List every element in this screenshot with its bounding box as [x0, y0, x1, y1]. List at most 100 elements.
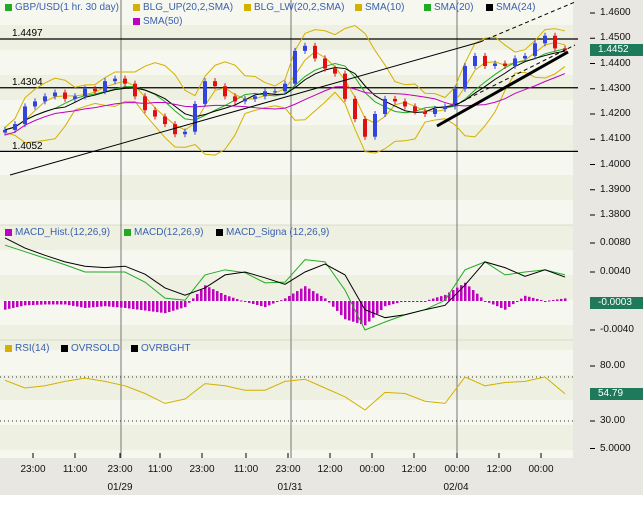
candle-body: [283, 83, 287, 92]
price-tick-label: 1.3800: [600, 209, 631, 220]
macd-hist-bar: [416, 301, 419, 302]
macd-hist-bar: [400, 301, 403, 303]
candle-body: [503, 63, 507, 67]
macd-hist-bar: [320, 295, 323, 301]
legend-label: GBP/USD(1 hr. 30 day): [15, 2, 119, 13]
macd-hist-bar: [380, 301, 383, 311]
candle-body: [303, 45, 307, 51]
candle-body: [203, 81, 207, 104]
legend-swatch: [424, 4, 431, 11]
time-tick-label: 23:00: [107, 464, 133, 475]
candle-body: [123, 78, 127, 84]
candle-body: [273, 91, 277, 93]
time-tick-label: 12:00: [317, 464, 343, 475]
candle-body: [543, 35, 547, 44]
candle-body: [323, 58, 327, 69]
macd-hist-bar: [216, 291, 219, 301]
date-label: 01/29: [107, 482, 133, 493]
legend-macd: MACD(12,26,9): [124, 227, 203, 238]
macd-hist-bar: [48, 301, 51, 305]
time-tick-label: 00:00: [528, 464, 554, 475]
macd-hist-bar: [344, 301, 347, 320]
legend-blg-lw: BLG_LW(20,2,SMA): [244, 2, 344, 13]
candle-body: [113, 78, 117, 82]
macd-hist-bar: [300, 288, 303, 301]
macd-hist-bar: [284, 298, 287, 301]
macd-hist-bar: [412, 301, 415, 302]
macd-hist-bar: [8, 301, 11, 309]
time-tick-label: 00:00: [359, 464, 385, 475]
macd-hist-bar: [372, 301, 375, 318]
macd-hist-bar: [168, 301, 171, 312]
legend-macd-hist: MACD_Hist.(12,26,9): [5, 227, 110, 238]
legend-label: SMA(50): [143, 16, 183, 27]
macd-hist-bar: [296, 291, 299, 301]
price-tick-label: 1.4100: [600, 133, 631, 145]
macd-hist-bar: [556, 299, 559, 301]
candle-body: [23, 106, 27, 125]
price-tick-label: 1.4600: [600, 7, 631, 18]
macd-hist-bar: [20, 301, 23, 307]
macd-hist-bar: [432, 298, 435, 301]
candle-body: [403, 101, 407, 107]
last-rsi-badge: 54.79: [590, 387, 643, 400]
macd-hist-bar: [200, 289, 203, 301]
legend-label: MACD_Signa (12,26,9): [226, 227, 330, 238]
level-label: 1.4052: [12, 141, 43, 152]
legend-label: BLG_LW(20,2,SMA): [254, 2, 345, 13]
macd-hist-bar: [160, 301, 163, 313]
macd-hist-bar: [112, 301, 115, 307]
macd-hist-bar: [220, 292, 223, 301]
macd-hist-bar: [520, 298, 523, 301]
macd-hist-bar: [100, 301, 103, 307]
macd-hist-bar: [152, 301, 155, 312]
macd-hist-bar: [120, 301, 123, 308]
macd-hist-bar: [256, 301, 259, 306]
time-tick-label: 23:00: [20, 464, 46, 475]
macd-hist-bar: [396, 301, 399, 304]
legend-swatch: [124, 229, 131, 236]
macd-hist-bar: [176, 301, 179, 310]
candle-body: [413, 106, 417, 112]
macd-hist-bar: [24, 301, 27, 306]
candle-body: [393, 98, 397, 102]
legend-swatch: [61, 345, 68, 352]
legend-sma10: SMA(10): [355, 2, 404, 13]
macd-hist-bar: [88, 301, 91, 308]
candle-body: [493, 63, 497, 67]
macd-hist-bar: [544, 301, 547, 302]
macd-hist-bar: [184, 301, 187, 308]
time-tick-label: 23:00: [275, 464, 301, 475]
candle-body: [353, 98, 357, 120]
macd-hist-bar: [64, 301, 67, 305]
macd-hist-bar: [144, 301, 147, 311]
macd-panel: [0, 225, 573, 340]
legend-label: OVRSOLD: [71, 343, 120, 354]
legend-swatch: [131, 345, 138, 352]
candle-body: [533, 43, 537, 56]
macd-hist-bar: [564, 298, 567, 301]
macd-hist-bar: [140, 301, 143, 311]
candle-body: [63, 92, 67, 99]
candle-body: [433, 108, 437, 114]
macd-hist-bar: [104, 301, 107, 307]
candle-body: [143, 96, 147, 111]
macd-hist-bar: [40, 301, 43, 305]
macd-hist-bar: [292, 293, 295, 301]
macd-hist-bar: [32, 301, 35, 306]
candle-body: [133, 83, 137, 97]
macd-hist-bar: [468, 286, 471, 301]
macd-hist-bar: [508, 301, 511, 307]
legend-swatch: [5, 229, 12, 236]
candle-body: [483, 55, 487, 67]
macd-hist-bar: [312, 291, 315, 301]
legend-sma24: SMA(24): [486, 2, 535, 13]
candle-body: [363, 119, 367, 137]
macd-hist-bar: [128, 301, 131, 309]
candle-body: [3, 129, 7, 133]
legend-swatch: [355, 4, 362, 11]
macd-hist-bar: [404, 301, 407, 302]
candle-body: [53, 92, 57, 97]
macd-hist-bar: [512, 301, 515, 305]
rsi-panel: [0, 340, 573, 458]
